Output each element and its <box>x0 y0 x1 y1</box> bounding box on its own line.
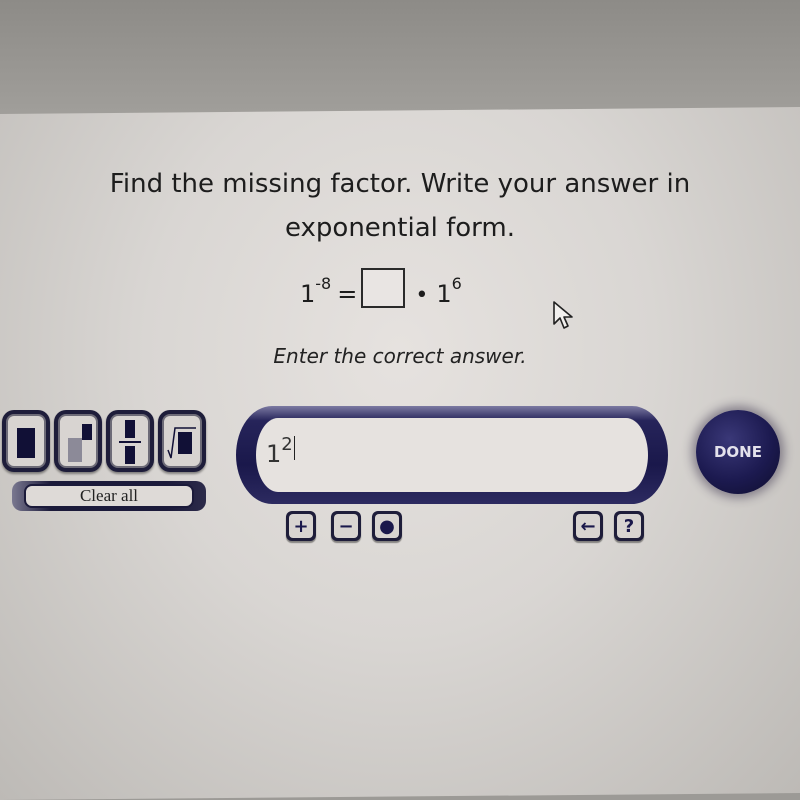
minus-key[interactable]: − <box>331 511 361 541</box>
equation-rhs: 16 <box>436 274 461 308</box>
rhs-base: 1 <box>436 280 452 308</box>
answer-input[interactable]: 12 <box>256 418 648 492</box>
rhs-exponent: 6 <box>451 274 462 293</box>
equation-lhs: 1-8 <box>300 274 331 308</box>
exponent-template-icon <box>58 414 98 468</box>
left-arrow-icon: ← <box>576 514 600 538</box>
equation: 1-8 = • 16 <box>300 268 462 308</box>
equals-sign: = <box>337 280 358 308</box>
question-mark-icon: ? <box>617 514 641 538</box>
minus-icon: − <box>334 514 358 538</box>
backspace-key[interactable]: ← <box>573 511 603 541</box>
text-caret <box>293 436 295 460</box>
done-button[interactable]: DONE <box>696 410 780 494</box>
multiply-dot: • <box>415 283 429 308</box>
square-root-template-button[interactable] <box>158 410 206 472</box>
square-root-icon <box>162 414 202 468</box>
fraction-template-button[interactable] <box>106 410 154 472</box>
question-line-2: exponential form. <box>284 213 515 243</box>
answer-exponent: 2 <box>281 434 293 455</box>
mouse-pointer-icon <box>553 301 573 329</box>
template-toolbar <box>2 410 206 472</box>
fraction-template-icon <box>110 414 150 468</box>
box-template-icon <box>6 414 46 468</box>
done-label: DONE <box>713 443 762 461</box>
dot-icon: ● <box>375 514 399 538</box>
exponent-template-button[interactable] <box>54 410 102 472</box>
screen-top-bezel <box>0 0 800 118</box>
plus-key[interactable]: + <box>286 511 316 541</box>
dot-key[interactable]: ● <box>372 511 402 541</box>
missing-factor-box <box>361 268 406 308</box>
clear-all-button[interactable]: Clear all <box>12 481 206 511</box>
lhs-exponent: -8 <box>315 274 332 293</box>
box-template-button[interactable] <box>2 410 50 472</box>
question-line-1: Find the missing factor. Write your answ… <box>109 169 691 199</box>
instruction-text: Enter the correct answer. <box>273 344 527 368</box>
plus-icon: + <box>289 514 313 538</box>
lhs-base: 1 <box>300 280 316 308</box>
help-key[interactable]: ? <box>614 511 644 541</box>
answer-base: 1 <box>266 440 282 468</box>
clear-all-label: Clear all <box>24 484 194 508</box>
question-text: Find the missing factor. Write your answ… <box>60 162 740 250</box>
